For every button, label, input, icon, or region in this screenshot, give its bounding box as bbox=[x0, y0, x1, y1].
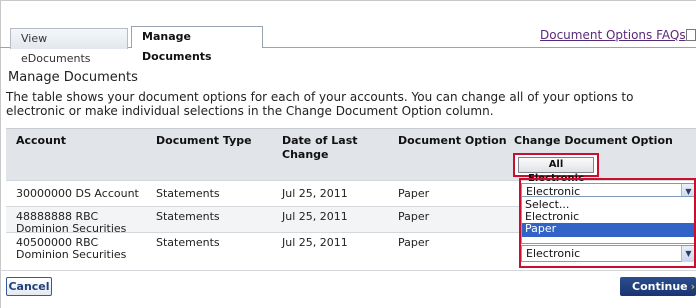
change-option-select-row3[interactable]: Electronic ▼ bbox=[521, 245, 696, 262]
cancel-button[interactable]: Cancel bbox=[6, 277, 52, 296]
chevron-down-icon[interactable]: ▼ bbox=[681, 246, 695, 262]
all-electronic-highlight: All Electronic bbox=[513, 153, 599, 184]
header-document-type: Document Type bbox=[156, 134, 252, 147]
header-change-document-option: Change Document Option bbox=[514, 134, 673, 147]
date-cell: Jul 25, 2011 bbox=[282, 236, 348, 249]
change-option-dropdown-list[interactable]: Select... Electronic Paper bbox=[521, 196, 696, 244]
option-cell: Paper bbox=[398, 210, 430, 223]
header-date-last-change: Date of Last Change bbox=[282, 134, 358, 161]
page-description: The table shows your document options fo… bbox=[6, 90, 634, 118]
date-cell: Jul 25, 2011 bbox=[282, 187, 348, 200]
all-electronic-button[interactable]: All Electronic bbox=[518, 157, 594, 184]
date-cell: Jul 25, 2011 bbox=[282, 210, 348, 223]
select-value: Electronic bbox=[526, 247, 581, 260]
doc-type-cell: Statements bbox=[156, 236, 220, 249]
chevron-right-icon: › bbox=[690, 280, 696, 293]
header-document-option: Document Option bbox=[398, 134, 507, 147]
option-cell: Paper bbox=[398, 187, 430, 200]
active-tab-gap bbox=[132, 46, 262, 49]
document-options-faqs-link[interactable]: Document Options FAQs bbox=[540, 28, 686, 42]
continue-button[interactable]: Continue › bbox=[620, 277, 696, 296]
header-account: Account bbox=[16, 134, 67, 147]
table-bottom-divider bbox=[0, 270, 696, 271]
external-page-icon[interactable] bbox=[686, 29, 696, 41]
doc-type-cell: Statements bbox=[156, 210, 220, 223]
account-cell: 30000000 DS Account bbox=[16, 187, 139, 200]
continue-label: Continue bbox=[632, 280, 688, 293]
option-cell: Paper bbox=[398, 236, 430, 249]
doc-type-cell: Statements bbox=[156, 187, 220, 200]
page-title: Manage Documents bbox=[8, 70, 138, 85]
dropdown-option-paper[interactable]: Paper bbox=[522, 223, 696, 237]
tab-view-edocuments[interactable]: View eDocuments bbox=[10, 28, 128, 65]
tab-manage-documents[interactable]: Manage Documents bbox=[131, 26, 263, 63]
account-cell: 40500000 RBC Dominion Securities bbox=[16, 236, 127, 261]
